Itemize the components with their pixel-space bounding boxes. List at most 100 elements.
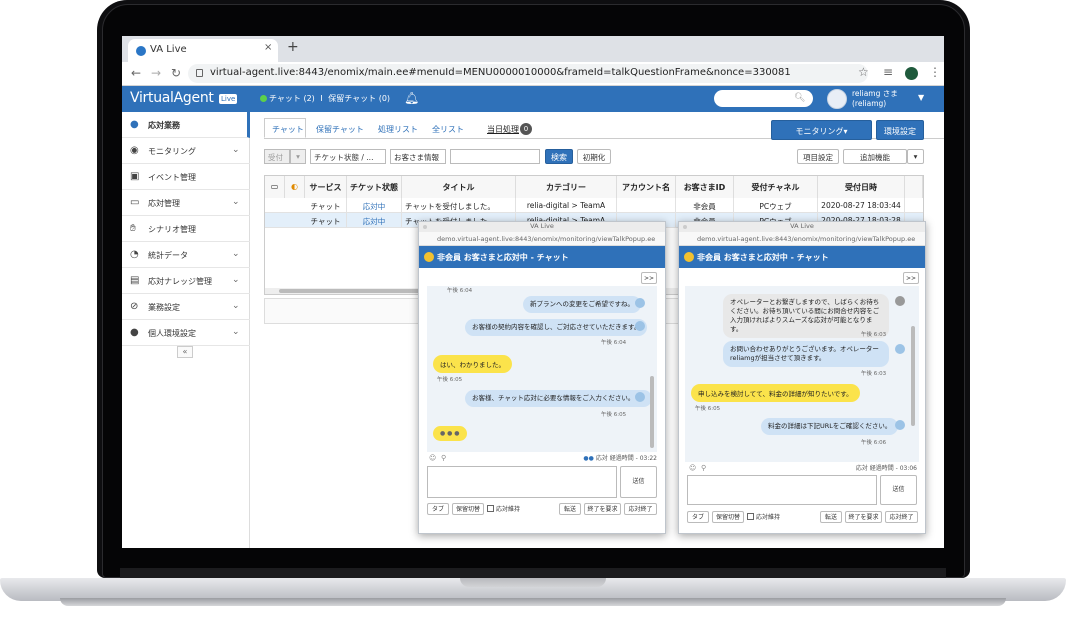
send-button[interactable]: 送信 [880, 475, 917, 505]
forward-icon[interactable]: → [151, 66, 161, 80]
transfer-button[interactable]: 転送 [820, 511, 842, 523]
status-select[interactable]: 受付 [264, 149, 290, 164]
header-ticket-status[interactable]: チケット状態 [347, 176, 402, 198]
app-logo[interactable]: VirtualAgent [130, 90, 214, 106]
cell-ticket-status[interactable]: 応対中 [347, 213, 402, 228]
sidebar-item-stats[interactable]: ◔ 統計データ ⌄ [122, 242, 250, 268]
reading-list-icon[interactable]: ≡ [883, 65, 893, 79]
end-response-button[interactable]: 応対終了 [885, 511, 918, 523]
sidebar-item-personal-settings[interactable]: ● 個人環境設定 ⌄ [122, 320, 250, 346]
expand-button[interactable]: >> [903, 272, 919, 284]
customer-message: 申し込みを検討してて、料金の詳細が知りたいです。 [691, 384, 860, 402]
sidebar-item-label: イベント管理 [148, 173, 196, 182]
request-end-button[interactable]: 終了を要求 [845, 511, 882, 523]
header-received-at[interactable]: 受付日時 [818, 176, 905, 198]
message-input[interactable] [427, 466, 617, 498]
collapse-sidebar-button[interactable]: « [177, 346, 193, 358]
sidebar-item-business-settings[interactable]: ⊘ 業務設定 ⌄ [122, 294, 250, 320]
sidebar-item-response-mgmt[interactable]: ▭ 応対管理 ⌄ [122, 190, 250, 216]
hold-count[interactable]: 保留チャット (0) [328, 94, 390, 103]
popup-window-title: VA Live [679, 222, 925, 232]
tab-hold-chat[interactable]: 保留チャット [316, 124, 364, 135]
message-time: 午後 6:05 [437, 377, 463, 383]
end-response-button[interactable]: 応対終了 [624, 503, 657, 515]
user-menu-caret-icon[interactable]: ▼ [918, 93, 924, 102]
profile-avatar[interactable] [905, 67, 918, 80]
cell-ticket-status[interactable]: 応対中 [347, 198, 402, 213]
bookmark-star-icon[interactable]: ☆ [858, 65, 869, 79]
request-end-button[interactable]: 終了を要求 [584, 503, 621, 515]
user-name[interactable]: reliamg さま (reliamg) [852, 89, 898, 109]
attach-icon[interactable]: ⚲ [701, 464, 706, 472]
table-row[interactable]: チャット 応対中 チャットを受付しました。 relia-digital > Te… [265, 198, 923, 213]
user-avatar[interactable] [827, 89, 847, 109]
search-icon[interactable]: 🔍︎ [794, 93, 805, 103]
search-text-input[interactable] [450, 149, 540, 164]
chat-status[interactable]: チャット (2) I 保留チャット (0) [269, 93, 390, 104]
search-button[interactable]: 検索 [545, 149, 573, 164]
transfer-button[interactable]: 転送 [559, 503, 581, 515]
sidebar-item-label: 応対管理 [148, 199, 180, 208]
popup-toolbar: >> [419, 268, 665, 286]
sidebar-item-response[interactable]: ● 応対業務 [122, 112, 250, 138]
keep-response-checkbox[interactable] [487, 505, 494, 512]
header-search-input[interactable]: 🔍︎ [714, 90, 813, 107]
expand-button[interactable]: >> [641, 272, 657, 284]
tab-button[interactable]: タブ [427, 503, 449, 515]
sidebar-item-knowledge[interactable]: ▤ 応対ナレッジ管理 ⌄ [122, 268, 250, 294]
chat-count[interactable]: チャット (2) [269, 94, 315, 103]
sidebar-item-monitoring[interactable]: ◉ モニタリング ⌄ [122, 138, 250, 164]
operator-avatar-icon [895, 420, 905, 430]
header-category[interactable]: カテゴリー [516, 176, 617, 198]
hold-toggle-button[interactable]: 保留切替 [712, 511, 744, 523]
tab-all-list[interactable]: 全リスト [432, 124, 464, 135]
new-tab-icon[interactable]: + [287, 39, 299, 55]
popup-url: demo.virtual-agent.live:8443/enomix/moni… [419, 232, 665, 246]
chat-scrollbar[interactable] [650, 376, 654, 448]
tab-button[interactable]: タブ [687, 511, 709, 523]
comment-col-icon: ▭ [265, 176, 285, 198]
header-customer-id[interactable]: お客さまID [676, 176, 734, 198]
customer-info-select[interactable]: お客さま情報 [390, 149, 446, 164]
emoji-icon[interactable]: ☺ [689, 464, 696, 472]
online-status-dot [260, 95, 267, 102]
reload-icon[interactable]: ↻ [171, 66, 181, 80]
monitoring-button[interactable]: モニタリング▾ [771, 120, 872, 140]
sidebar-item-events[interactable]: ▣ イベント管理 [122, 164, 250, 190]
window-close-icon[interactable] [423, 225, 427, 229]
sidebar-item-scenario[interactable]: ✋︎ シナリオ管理 [122, 216, 250, 242]
close-tab-icon[interactable]: × [264, 42, 272, 53]
status-select-caret-icon[interactable]: ▾ [290, 149, 306, 164]
add-function-caret-icon[interactable]: ▾ [907, 149, 924, 164]
chat-status-select[interactable]: チケット状態 / ... [310, 149, 386, 164]
chat-scrollbar[interactable] [911, 326, 915, 426]
header-service[interactable]: サービス [305, 176, 347, 198]
header-account[interactable]: アカウント名 [617, 176, 676, 198]
bell-icon[interactable]: 🔔︎ [404, 91, 419, 105]
operator-avatar-icon [895, 344, 905, 354]
laptop-notch [460, 578, 606, 587]
header-channel[interactable]: 受付チャネル [734, 176, 818, 198]
sidebar-item-label: モニタリング [148, 147, 196, 156]
message-input[interactable] [687, 475, 877, 505]
back-icon[interactable]: ← [131, 66, 141, 80]
hold-toggle-button[interactable]: 保留切替 [452, 503, 484, 515]
browser-tab[interactable]: VA Live × [128, 39, 278, 62]
tab-today[interactable]: 当日処理 [487, 124, 519, 135]
column-settings-button[interactable]: 項目設定 [797, 149, 839, 164]
keep-response-checkbox[interactable] [747, 513, 754, 520]
tab-chat[interactable]: チャット [264, 118, 306, 138]
header-title[interactable]: タイトル [402, 176, 516, 198]
window-close-icon[interactable] [683, 225, 687, 229]
emoji-icon[interactable]: ☺ [429, 454, 436, 462]
env-settings-button[interactable]: 環境設定 [876, 120, 924, 140]
message-time: 午後 6:04 [447, 288, 473, 294]
reset-button[interactable]: 初期化 [577, 149, 611, 164]
add-function-button[interactable]: 追加機能 [843, 149, 907, 164]
send-button[interactable]: 送信 [620, 466, 657, 498]
url-field[interactable]: virtual-agent.live:8443/enomix/main.ee#m… [188, 64, 868, 83]
more-icon[interactable]: ⋮ [929, 65, 941, 79]
attach-icon[interactable]: ⚲ [441, 454, 446, 462]
tab-process-list[interactable]: 処理リスト [378, 124, 418, 135]
user-id: (reliamg) [852, 99, 887, 108]
